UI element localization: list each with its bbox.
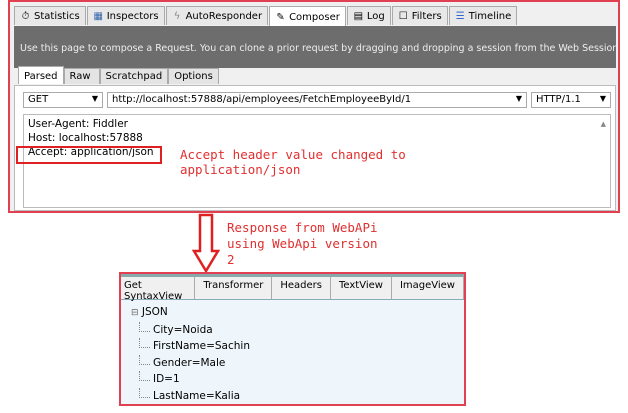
- timeline-icon: ☰: [455, 10, 465, 22]
- stopwatch-icon: ⏱: [21, 10, 30, 22]
- inspect-icon: ▦: [93, 10, 103, 22]
- tree-item[interactable]: LastName=Kalia: [131, 387, 454, 405]
- tab-label: AutoResponder: [185, 10, 263, 22]
- tab-composer[interactable]: ✎ Composer: [269, 6, 346, 27]
- json-tree: ⊟ JSON City=Noida FirstName=Sachin Gende…: [121, 300, 464, 408]
- info-banner: Use this page to compose a Request. You …: [14, 26, 616, 68]
- url-input[interactable]: http://localhost:57888/api/employees/Fet…: [107, 92, 527, 108]
- tab-statistics[interactable]: ⏱ Statistics: [14, 6, 86, 25]
- url-value: http://localhost:57888/api/employees/Fet…: [112, 94, 412, 105]
- chevron-down-icon: ▼: [91, 94, 98, 103]
- tab-scratchpad[interactable]: Scratchpad: [99, 68, 169, 84]
- chevron-down-icon: ▼: [515, 94, 522, 103]
- down-arrow-icon: [192, 213, 220, 274]
- response-tabs: Get SyntaxView Transformer Headers TextV…: [121, 274, 464, 302]
- header-line: User-Agent: Fiddler: [28, 118, 128, 130]
- tab-label: Statistics: [34, 10, 80, 22]
- tree-item[interactable]: Gender=Male: [131, 354, 454, 372]
- highlight-box: [16, 146, 162, 164]
- tab-headers[interactable]: Headers: [272, 277, 331, 299]
- tree-root[interactable]: ⊟ JSON: [131, 304, 454, 322]
- annotation-accept-header: Accept header value changed to applicati…: [180, 147, 406, 177]
- annotation-response: Response from WebAPi using WebApi versio…: [227, 220, 378, 268]
- tab-label: Inspectors: [106, 10, 159, 22]
- lightning-icon: ϟ: [173, 10, 181, 22]
- tab-get-syntaxview[interactable]: Get SyntaxView: [121, 277, 196, 302]
- tab-inspectors[interactable]: ▦ Inspectors: [86, 6, 165, 25]
- header-line: Host: localhost:57888: [28, 132, 143, 144]
- annotation-line: Accept header value changed to: [180, 147, 406, 162]
- tab-imageview[interactable]: ImageView: [392, 277, 464, 299]
- tab-parsed[interactable]: Parsed: [18, 66, 64, 84]
- tab-label: Composer: [289, 11, 340, 23]
- tab-label: Timeline: [468, 10, 512, 22]
- chevron-down-icon: ▼: [599, 94, 606, 103]
- annotation-line: using WebApi version: [227, 236, 378, 251]
- method-value: GET: [28, 94, 49, 105]
- tree-item[interactable]: City=Noida: [131, 321, 454, 339]
- tree-root-label: JSON: [141, 306, 168, 318]
- main-tabs: ⏱ Statistics ▦ Inspectors ϟ AutoResponder ✎…: [14, 6, 518, 27]
- tab-raw[interactable]: Raw: [63, 68, 100, 84]
- tab-autoresponder[interactable]: ϟ AutoResponder: [165, 6, 269, 25]
- log-icon: ▤: [353, 10, 364, 22]
- tab-options[interactable]: Options: [168, 68, 219, 84]
- tab-transformer[interactable]: Transformer: [195, 277, 273, 299]
- tab-textview[interactable]: TextView: [331, 277, 392, 299]
- tab-filters[interactable]: ☐ Filters: [391, 6, 448, 25]
- tab-log[interactable]: ▤ Log: [346, 6, 391, 25]
- method-select[interactable]: GET ▼: [23, 92, 103, 108]
- checkbox-icon: ☐: [398, 10, 408, 22]
- tab-timeline[interactable]: ☰ Timeline: [448, 6, 518, 25]
- version-select[interactable]: HTTP/1.1 ▼: [531, 92, 611, 108]
- tree-item[interactable]: FirstName=Sachin: [131, 338, 454, 355]
- response-panel: Get SyntaxView Transformer Headers TextV…: [119, 272, 466, 406]
- request-tabs: Parsed Raw Scratchpad Options: [18, 66, 219, 84]
- scroll-up-icon[interactable]: ▲: [601, 117, 606, 131]
- annotation-line: application/json: [180, 162, 301, 177]
- composer-panel: ⏱ Statistics ▦ Inspectors ϟ AutoResponder ✎…: [8, 0, 620, 213]
- collapse-icon[interactable]: ⊟: [131, 308, 139, 318]
- version-value: HTTP/1.1: [536, 94, 581, 105]
- tab-label: Log: [366, 10, 385, 22]
- compose-icon: ✎: [276, 11, 285, 23]
- annotation-line: 2: [227, 252, 235, 267]
- annotation-line: Response from WebAPi: [227, 220, 378, 235]
- tab-label: Filters: [411, 10, 442, 22]
- tree-item[interactable]: ID=1: [131, 371, 454, 388]
